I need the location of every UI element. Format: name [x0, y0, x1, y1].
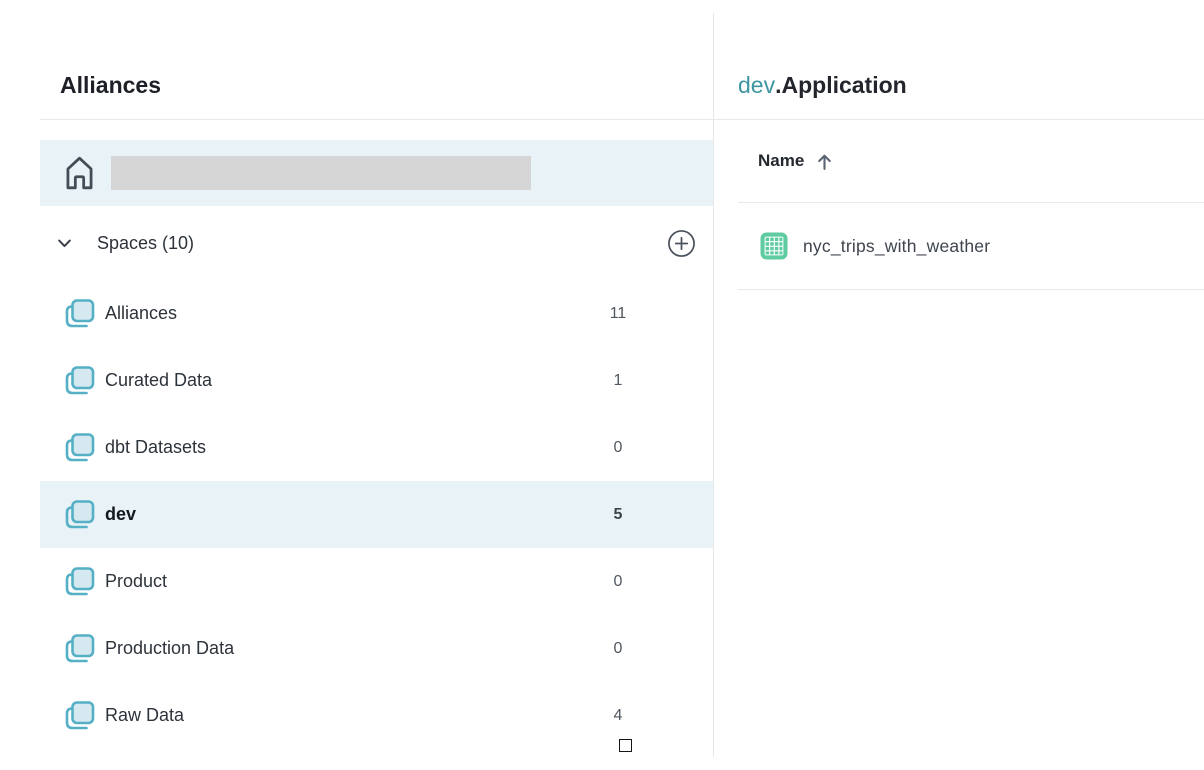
sidebar-item-curated-data[interactable]: Curated Data 1	[0, 347, 713, 414]
space-count: 1	[589, 372, 647, 390]
table-dataset-icon	[760, 232, 788, 260]
space-count: 0	[589, 640, 647, 658]
space-icon	[60, 699, 96, 732]
space-label: Curated Data	[105, 370, 212, 391]
chevron-down-icon[interactable]	[56, 235, 73, 252]
space-icon	[60, 364, 96, 397]
spaces-section-header: Spaces (10)	[40, 206, 713, 280]
sidebar-header: Alliances	[0, 0, 713, 119]
sidebar-item-dev[interactable]: dev 5	[40, 481, 713, 548]
space-count: 0	[589, 573, 647, 591]
sidebar-item-alliances[interactable]: Alliances 11	[0, 280, 713, 347]
breadcrumb: dev.Application	[738, 73, 907, 97]
plus-circle-icon	[667, 229, 696, 258]
column-header-name[interactable]: Name	[758, 151, 804, 171]
space-count: 11	[589, 305, 647, 323]
space-label: Alliances	[105, 303, 177, 324]
sidebar-item-production-data[interactable]: Production Data 0	[0, 615, 713, 682]
sort-ascending-icon[interactable]	[816, 152, 833, 171]
table-header-row: Name	[714, 120, 1204, 202]
dataset-name: nyc_trips_with_weather	[803, 236, 990, 257]
main-panel: dev.Application Name	[714, 0, 1204, 770]
table-row-nyc-trips-with-weather[interactable]: nyc_trips_with_weather	[714, 203, 1204, 289]
table-row-divider	[738, 289, 1204, 290]
main-header: dev.Application	[714, 0, 1204, 119]
space-icon	[60, 632, 96, 665]
sidebar-item-home[interactable]	[40, 140, 713, 206]
space-label: Product	[105, 571, 167, 592]
space-count: 4	[589, 707, 647, 725]
sidebar-item-raw-data[interactable]: Raw Data 4	[0, 682, 713, 749]
space-icon	[60, 297, 96, 330]
spaces-list: Alliances 11 Curated Data 1 dbt Datasets…	[0, 280, 713, 749]
space-label: Raw Data	[105, 705, 184, 726]
home-icon	[61, 152, 98, 194]
space-icon	[60, 498, 96, 531]
space-label: dbt Datasets	[105, 437, 206, 458]
redacted-text-placeholder	[111, 156, 531, 190]
space-count: 0	[589, 439, 647, 457]
spaces-section-label: Spaces (10)	[97, 233, 194, 254]
sidebar: Alliances Spaces (10) Al	[0, 0, 713, 770]
sidebar-header-divider	[40, 119, 713, 120]
sidebar-item-dbt-datasets[interactable]: dbt Datasets 0	[0, 414, 713, 481]
unknown-glyph-artifact	[619, 739, 632, 752]
space-count: 5	[589, 506, 647, 524]
breadcrumb-parent[interactable]: dev	[738, 72, 775, 98]
space-icon	[60, 565, 96, 598]
sidebar-title: Alliances	[60, 73, 161, 97]
sidebar-item-product[interactable]: Product 0	[0, 548, 713, 615]
app-window: Alliances Spaces (10) Al	[0, 0, 1204, 770]
space-icon	[60, 431, 96, 464]
add-space-button[interactable]	[666, 228, 696, 258]
space-label: Production Data	[105, 638, 234, 659]
space-label: dev	[105, 504, 136, 525]
breadcrumb-current: Application	[781, 72, 906, 98]
